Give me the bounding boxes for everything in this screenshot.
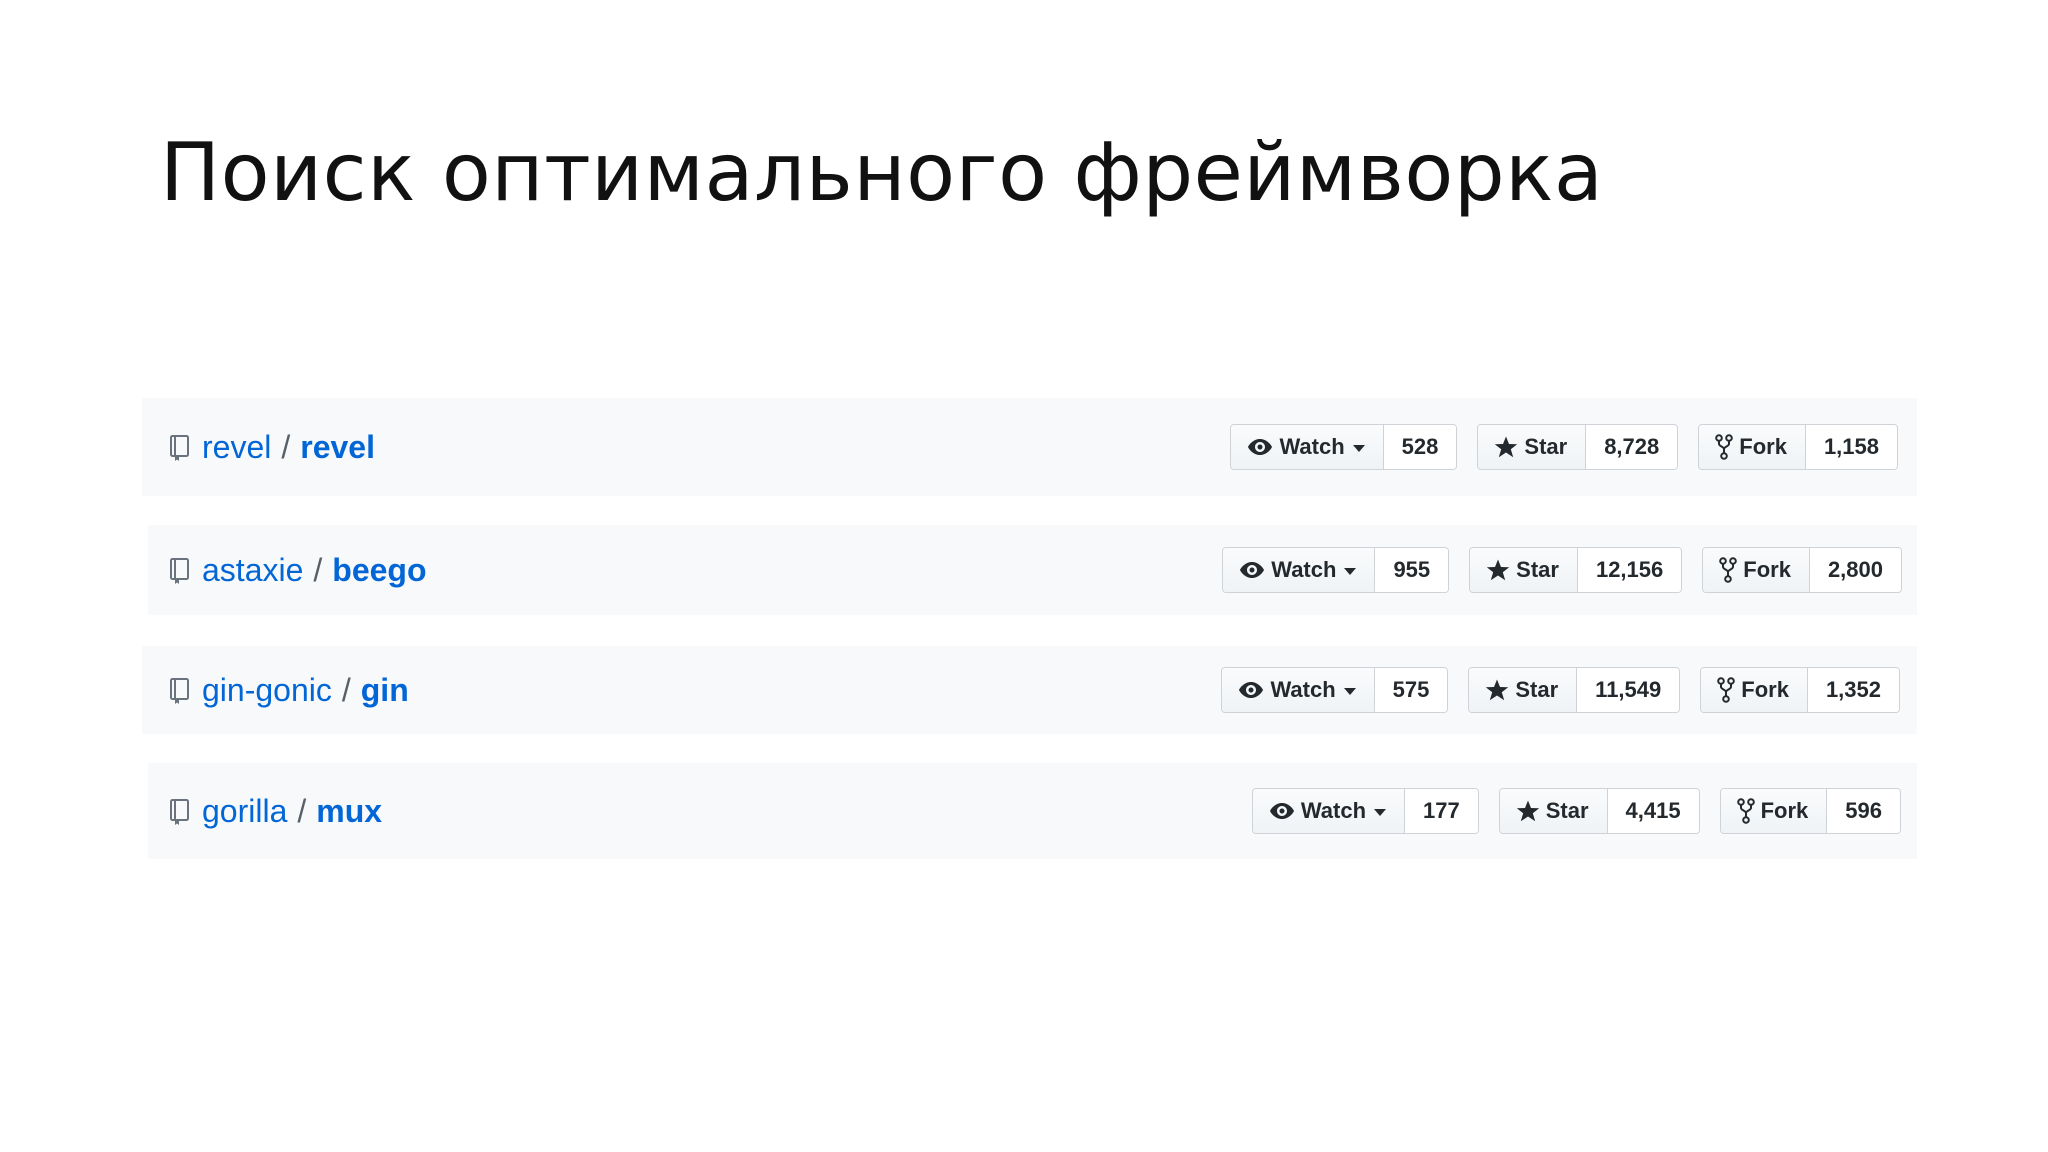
star-count[interactable]: 4,415	[1607, 789, 1699, 833]
eye-icon	[1248, 439, 1273, 455]
repo-name-link[interactable]: beego	[332, 552, 426, 589]
watch-label: Watch	[1300, 798, 1367, 823]
fork-button-group: Fork 2,800	[1702, 547, 1902, 593]
fork-count[interactable]: 596	[1827, 789, 1900, 833]
chevron-down-icon	[1374, 808, 1387, 816]
watch-count[interactable]: 177	[1405, 789, 1478, 833]
fork-button[interactable]: Fork	[1720, 789, 1828, 833]
repo-row-beego: astaxie / beego Watch 955 Star 12,156 Fo…	[148, 525, 1917, 615]
star-button[interactable]: Star	[1470, 548, 1578, 592]
watch-button[interactable]: Watch	[1223, 548, 1376, 592]
watch-count[interactable]: 575	[1374, 668, 1448, 712]
repo-name-link[interactable]: revel	[300, 429, 375, 466]
repo-actions: Watch 575 Star 11,549 Fork 1,352	[1221, 646, 1900, 734]
watch-count[interactable]: 955	[1375, 548, 1449, 592]
star-icon	[1516, 800, 1539, 822]
repo-owner-link[interactable]: gin-gonic	[202, 672, 332, 709]
repo-title: gorilla / mux	[168, 763, 382, 859]
watch-label: Watch	[1271, 557, 1337, 582]
star-icon	[1486, 559, 1510, 581]
fork-count[interactable]: 1,158	[1805, 425, 1897, 469]
star-button[interactable]: Star	[1499, 789, 1608, 833]
fork-count[interactable]: 1,352	[1807, 668, 1899, 712]
watch-button-group: Watch 575	[1221, 667, 1449, 713]
repo-row-gin: gin-gonic / gin Watch 575 Star 11,549 Fo…	[142, 646, 1917, 734]
fork-button[interactable]: Fork	[1699, 425, 1806, 469]
watch-button[interactable]: Watch	[1222, 668, 1375, 712]
star-button[interactable]: Star	[1469, 668, 1578, 712]
repo-owner-link[interactable]: revel	[202, 429, 271, 466]
watch-button[interactable]: Watch	[1231, 425, 1384, 469]
watch-button[interactable]: Watch	[1252, 789, 1406, 833]
watch-label: Watch	[1270, 677, 1336, 702]
star-button-group: Star 12,156	[1469, 547, 1683, 593]
star-button[interactable]: Star	[1478, 425, 1587, 469]
repo-name-link[interactable]: mux	[316, 793, 382, 830]
slide-title: Поиск оптимального фреймворка	[160, 126, 1604, 219]
repo-icon	[170, 678, 189, 704]
repo-separator: /	[313, 551, 323, 588]
fork-label: Fork	[1760, 798, 1809, 823]
star-count[interactable]: 8,728	[1586, 425, 1678, 469]
chevron-down-icon	[1352, 444, 1365, 452]
repo-actions: Watch 177 Star 4,415 Fork 596	[1251, 763, 1901, 859]
star-label: Star	[1515, 677, 1559, 702]
repo-separator: /	[341, 671, 351, 708]
repo-actions: Watch 528 Star 8,728 Fork 1,158	[1230, 398, 1898, 496]
repo-title: revel / revel	[168, 398, 375, 496]
fork-count[interactable]: 2,800	[1809, 548, 1901, 592]
star-icon	[1486, 679, 1509, 701]
repo-separator: /	[297, 792, 307, 829]
fork-button-group: Fork 1,352	[1700, 667, 1900, 713]
fork-button-group: Fork 596	[1719, 788, 1901, 834]
chevron-down-icon	[1344, 567, 1357, 575]
watch-count[interactable]: 528	[1383, 425, 1457, 469]
repo-separator: /	[281, 428, 291, 465]
fork-icon	[1719, 557, 1738, 583]
star-label: Star	[1545, 798, 1589, 823]
star-button-group: Star 4,415	[1498, 788, 1700, 834]
repo-title: astaxie / beego	[168, 525, 427, 615]
repo-icon	[170, 435, 189, 461]
repo-row-revel: revel / revel Watch 528 Star 8,728 Fork …	[142, 398, 1917, 496]
star-icon	[1495, 436, 1518, 458]
repo-icon	[170, 799, 189, 825]
fork-icon	[1736, 798, 1755, 824]
chevron-down-icon	[1343, 687, 1356, 695]
star-count[interactable]: 11,549	[1577, 668, 1680, 712]
repo-owner-link[interactable]: astaxie	[202, 552, 303, 589]
watch-button-group: Watch 955	[1222, 547, 1450, 593]
fork-label: Fork	[1743, 557, 1791, 582]
star-button-group: Star 8,728	[1477, 424, 1679, 470]
repo-actions: Watch 955 Star 12,156 Fork 2,800	[1222, 525, 1902, 615]
watch-label: Watch	[1279, 434, 1345, 459]
fork-button[interactable]: Fork	[1703, 548, 1810, 592]
watch-button-group: Watch 177	[1251, 788, 1479, 834]
fork-label: Fork	[1741, 677, 1789, 702]
repo-title: gin-gonic / gin	[168, 646, 409, 734]
star-label: Star	[1524, 434, 1568, 459]
repo-row-mux: gorilla / mux Watch 177 Star 4,415 Fork …	[148, 763, 1917, 859]
eye-icon	[1269, 803, 1294, 819]
fork-icon	[1717, 677, 1736, 703]
fork-button-group: Fork 1,158	[1698, 424, 1898, 470]
fork-button[interactable]: Fork	[1701, 668, 1808, 712]
eye-icon	[1239, 682, 1264, 698]
fork-icon	[1715, 434, 1734, 460]
star-count[interactable]: 12,156	[1577, 548, 1682, 592]
repo-owner-link[interactable]: gorilla	[202, 793, 287, 830]
repo-icon	[170, 558, 189, 584]
fork-label: Fork	[1739, 434, 1787, 459]
eye-icon	[1240, 562, 1265, 578]
star-button-group: Star 11,549	[1468, 667, 1681, 713]
watch-button-group: Watch 528	[1230, 424, 1458, 470]
star-label: Star	[1516, 557, 1559, 582]
repo-name-link[interactable]: gin	[361, 672, 409, 709]
